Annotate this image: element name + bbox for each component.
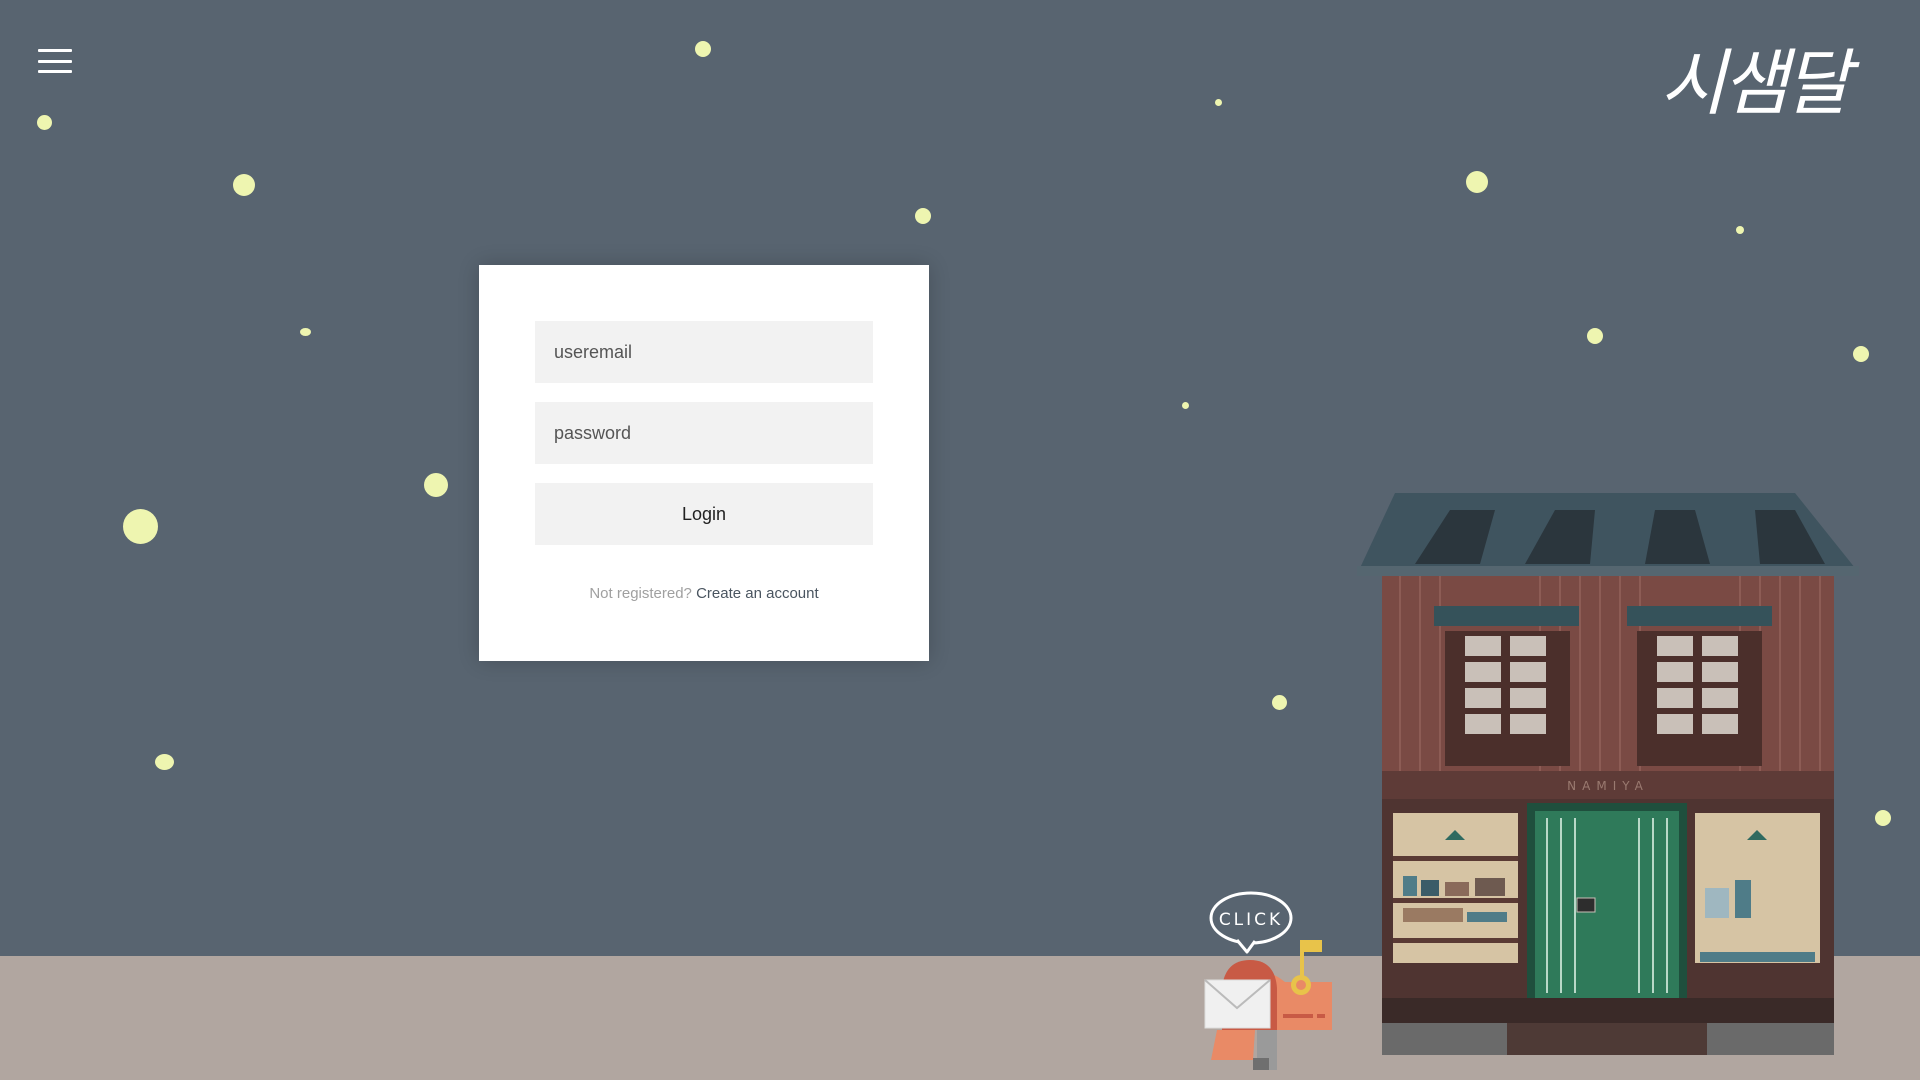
shop-step-center <box>1507 1023 1707 1055</box>
star <box>37 115 52 130</box>
menu-bar <box>38 49 72 52</box>
star <box>233 174 255 196</box>
email-field[interactable] <box>535 321 873 383</box>
speech-bubble-tail <box>1235 939 1257 954</box>
login-card: Login Not registered? Create an account <box>479 265 929 661</box>
not-registered-text: Not registered? <box>589 585 692 602</box>
create-account-link[interactable]: Create an account <box>696 585 819 602</box>
star <box>1182 402 1189 409</box>
shop-sign-text: NAMIYA <box>1567 779 1649 793</box>
letter-slot <box>1576 897 1596 913</box>
namiya-shop-illustration: NAMIYA <box>1357 493 1859 1055</box>
star <box>1272 695 1287 710</box>
star <box>1853 346 1869 362</box>
mailbox-slot-dash <box>1317 1014 1325 1018</box>
login-button[interactable]: Login <box>535 483 873 545</box>
site-logo[interactable]: 시샘달 <box>1660 28 1860 138</box>
menu-bar <box>38 59 72 63</box>
shop-base <box>1382 998 1834 1023</box>
mailbox-illustration[interactable]: CLICK <box>1195 890 1340 1070</box>
star <box>1215 99 1222 106</box>
star <box>695 41 711 57</box>
mailbox-slot <box>1283 1014 1313 1018</box>
roof-eave <box>1357 566 1859 576</box>
click-bubble-text: CLICK <box>1219 910 1283 930</box>
mailbox-knob-inner <box>1296 980 1306 990</box>
star <box>1736 226 1744 234</box>
star <box>424 473 448 497</box>
window-frame-left <box>1445 631 1570 766</box>
shop-door <box>1535 811 1679 1001</box>
star <box>1587 328 1603 344</box>
mailbox-post-shadow <box>1253 1058 1269 1070</box>
star <box>155 754 174 770</box>
hamburger-menu-icon[interactable] <box>38 44 72 78</box>
star <box>300 328 311 336</box>
star <box>915 208 931 224</box>
window-frame-right <box>1637 631 1762 766</box>
star <box>1466 171 1488 193</box>
password-field[interactable] <box>535 402 873 464</box>
mailbox-stand <box>1211 1030 1255 1060</box>
star <box>1875 810 1891 826</box>
star <box>123 509 158 544</box>
window-transom-right <box>1627 606 1772 626</box>
window-transom-left <box>1434 606 1579 626</box>
menu-bar <box>38 70 72 73</box>
register-prompt: Not registered? Create an account <box>479 585 929 602</box>
